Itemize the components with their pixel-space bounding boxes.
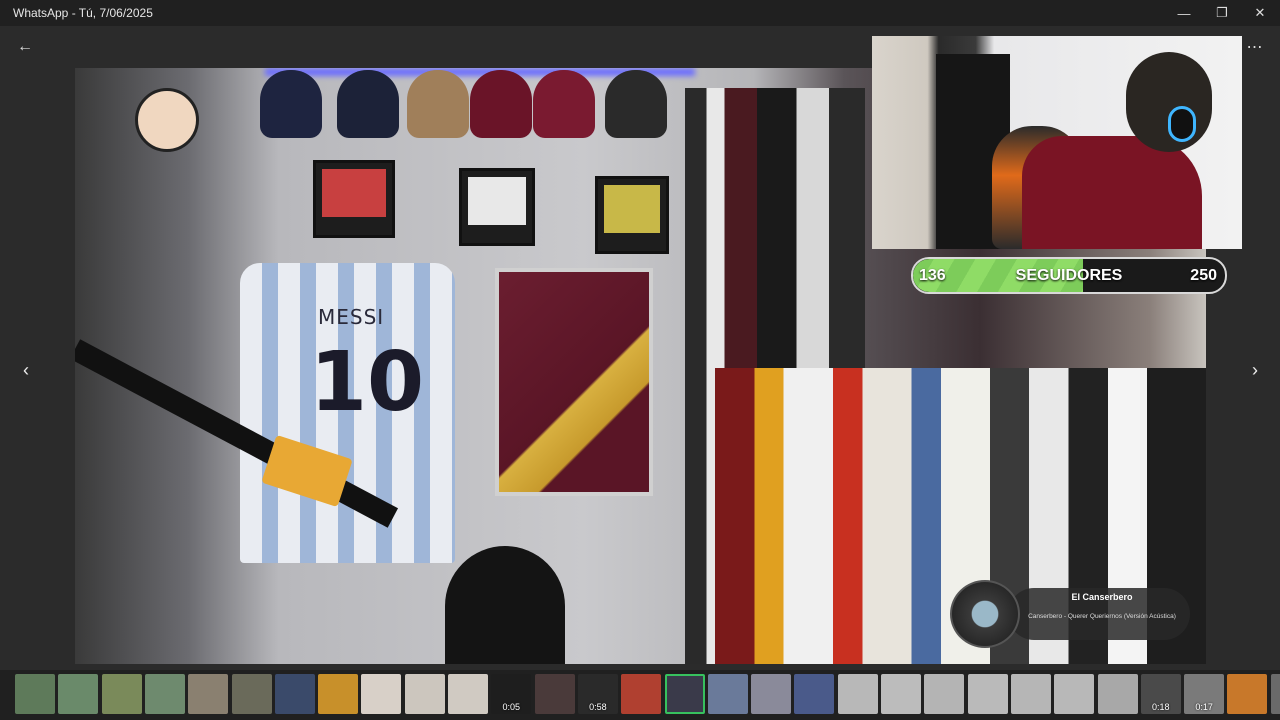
- filmstrip-thumbnail[interactable]: [967, 674, 1008, 714]
- previous-button[interactable]: ‹: [14, 356, 38, 384]
- filmstrip-thumbnail[interactable]: [1097, 674, 1138, 714]
- filmstrip-thumbnail[interactable]: [15, 674, 55, 714]
- goal-label: SEGUIDORES: [1015, 267, 1123, 284]
- filmstrip-thumbnail[interactable]: [1227, 674, 1268, 714]
- cap: [260, 70, 322, 138]
- minimize-button[interactable]: —: [1165, 0, 1203, 26]
- video-duration: 0:17: [1195, 702, 1213, 712]
- filmstrip-thumbnail[interactable]: [361, 674, 402, 714]
- next-button[interactable]: ›: [1243, 356, 1267, 384]
- filmstrip-thumbnail[interactable]: [707, 674, 748, 714]
- window-title: WhatsApp - Tú, 7/06/2025: [13, 6, 153, 20]
- streamer-shirt: [1022, 136, 1202, 249]
- jersey-name: MESSI: [318, 305, 385, 329]
- chevron-right-icon: ›: [1252, 359, 1258, 380]
- filmstrip-thumbnail[interactable]: [1054, 674, 1095, 714]
- media-viewer: ← ⋯ ‹ › MESSI 10 136 SEGUIDORES 250 El C…: [0, 26, 1280, 670]
- video-duration: 0:18: [1152, 702, 1170, 712]
- filmstrip-thumbnail[interactable]: [881, 674, 921, 714]
- maximize-icon: ❐: [1216, 5, 1228, 20]
- back-button[interactable]: ←: [14, 36, 36, 58]
- headset-icon: [1168, 106, 1196, 142]
- filmstrip-thumbnail[interactable]: [231, 674, 272, 714]
- filmstrip-thumbnail[interactable]: [448, 674, 488, 714]
- cap: [337, 70, 399, 138]
- webcam-overlay: [872, 36, 1242, 249]
- filmstrip-thumbnail[interactable]: [58, 674, 99, 714]
- filmstrip-thumbnail[interactable]: 0:03: [1270, 674, 1280, 714]
- cap: [605, 70, 667, 138]
- jersey-number: 10: [310, 335, 425, 430]
- filmstrip-thumbnail[interactable]: [837, 674, 878, 714]
- filmstrip-thumbnail[interactable]: 0:18: [1140, 674, 1181, 714]
- filmstrip-thumbnail[interactable]: 0:58: [577, 674, 618, 714]
- filmstrip-thumbnail[interactable]: [1010, 674, 1051, 714]
- filmstrip-thumbnail[interactable]: [751, 674, 792, 714]
- filmstrip-thumbnail[interactable]: [794, 674, 835, 714]
- maximize-button[interactable]: ❐: [1203, 0, 1241, 26]
- minimize-icon: —: [1177, 5, 1191, 21]
- chevron-left-icon: ‹: [23, 359, 29, 380]
- now-playing-artist: El Canserbero: [1071, 592, 1133, 602]
- filmstrip-thumbnail[interactable]: [318, 674, 359, 714]
- filmstrip-thumbnail[interactable]: [274, 674, 315, 714]
- filmstrip-thumbnail[interactable]: [664, 674, 705, 714]
- filmstrip-thumbnail[interactable]: 0:17: [1184, 674, 1225, 714]
- framed-picture: [459, 168, 535, 246]
- filmstrip-thumbnail[interactable]: [534, 674, 575, 714]
- framed-picture: [595, 176, 669, 254]
- messi-jersey: MESSI 10: [240, 263, 455, 563]
- streamer-logo: [135, 88, 199, 152]
- filmstrip-thumbnail[interactable]: [404, 674, 445, 714]
- now-playing-song: Canserbero - Querer Queriernos (Versión …: [1028, 613, 1176, 620]
- arrow-left-icon: ←: [17, 38, 33, 55]
- filmstrip-thumbnail[interactable]: 0:05: [491, 674, 532, 714]
- framed-picture: [313, 160, 395, 238]
- more-options-button[interactable]: ⋯: [1244, 36, 1266, 58]
- streamer-head: [1126, 52, 1212, 152]
- filmstrip-thumbnail[interactable]: [188, 674, 229, 714]
- more-horizontal-icon: ⋯: [1246, 39, 1264, 56]
- now-playing-widget: El Canserbero Canserbero - Querer Querie…: [946, 578, 1196, 648]
- filmstrip-thumbnail[interactable]: [924, 674, 965, 714]
- filmstrip-thumbnail[interactable]: [621, 674, 662, 714]
- cap: [407, 70, 469, 138]
- filmstrip-thumbnail[interactable]: [144, 674, 185, 714]
- framed-shirt: [495, 268, 653, 496]
- close-icon: ✕: [1254, 5, 1266, 20]
- video-duration: 0:58: [589, 702, 607, 712]
- follower-goal-bar: 136 SEGUIDORES 250: [911, 257, 1227, 294]
- goal-target: 250: [1190, 267, 1217, 284]
- media-filmstrip: 0:05 0:58 0:18 0:17 0:03: [0, 670, 1280, 720]
- video-duration: 0:05: [502, 702, 521, 712]
- cap: [533, 70, 595, 138]
- title-bar: WhatsApp - Tú, 7/06/2025 — ❐ ✕: [0, 0, 1280, 26]
- cap: [470, 70, 532, 138]
- close-button[interactable]: ✕: [1241, 0, 1279, 26]
- video-duration: 0:03: [1271, 702, 1280, 712]
- filmstrip-thumbnail[interactable]: [101, 674, 142, 714]
- album-art-icon: [950, 580, 1020, 648]
- microphone: [445, 546, 565, 664]
